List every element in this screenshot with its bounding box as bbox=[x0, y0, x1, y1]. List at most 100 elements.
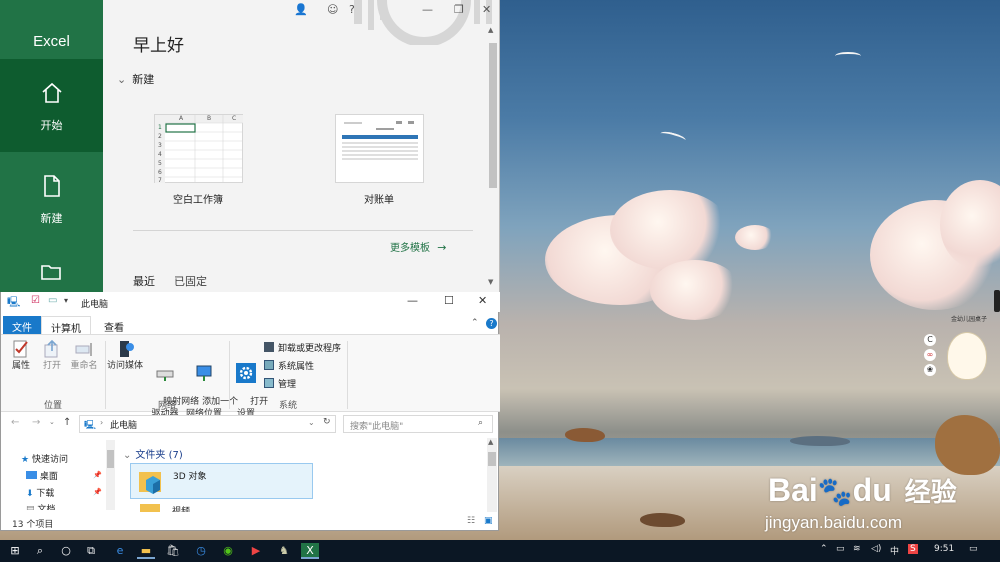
access-media-button[interactable]: 访问媒体 bbox=[107, 339, 143, 372]
close-button[interactable]: ✕ bbox=[482, 3, 491, 16]
ime-indicator[interactable]: 中 bbox=[890, 544, 899, 557]
tray-expand-icon[interactable]: ⌃ bbox=[820, 544, 828, 554]
media-player-icon[interactable]: ▶ bbox=[247, 543, 265, 559]
widget-c-icon[interactable]: C bbox=[924, 334, 936, 346]
content-scrollbar[interactable]: ▲ bbox=[487, 438, 497, 512]
clock-time[interactable]: 9:51 bbox=[934, 544, 954, 554]
properties-button[interactable]: 属性 bbox=[9, 339, 33, 372]
uninstall-programs-link[interactable]: 卸载或更改程序 bbox=[264, 341, 341, 354]
sogou-ime-icon[interactable]: S bbox=[908, 544, 918, 554]
store-icon[interactable]: 🛍 bbox=[164, 543, 182, 559]
nav-documents[interactable]: ▤ 文档 bbox=[26, 502, 55, 510]
nav-open[interactable] bbox=[0, 262, 103, 292]
file-explorer-icon[interactable]: ▬ bbox=[137, 543, 155, 559]
nav-pane-scroll-thumb[interactable] bbox=[107, 450, 114, 468]
nav-desktop[interactable]: 桌面 bbox=[26, 469, 58, 482]
desktop-pet-widget[interactable]: C ∞ ❀ 金幼儿园桌子 bbox=[923, 312, 1000, 382]
green-app-icon[interactable]: ◉ bbox=[219, 543, 237, 559]
folder-item[interactable]: 3D 对象 bbox=[130, 463, 313, 499]
wifi-icon[interactable]: ≋ bbox=[853, 544, 861, 554]
smiley-feedback-icon[interactable]: ☺ bbox=[327, 3, 338, 16]
manage-link[interactable]: 管理 bbox=[264, 377, 296, 390]
quick-access-dropdown-icon[interactable]: ▾ bbox=[64, 296, 68, 305]
system-properties-link[interactable]: 系统属性 bbox=[264, 359, 314, 372]
user-avatar-icon[interactable]: 👤 bbox=[294, 3, 308, 16]
watermark-brand2: du bbox=[852, 472, 892, 508]
more-templates-label: 更多模板 bbox=[390, 243, 430, 254]
close-button[interactable]: ✕ bbox=[478, 294, 487, 307]
collapse-ribbon-icon[interactable]: ⌃ bbox=[471, 318, 479, 328]
cortana-icon[interactable]: ○ bbox=[57, 543, 75, 559]
battery-icon[interactable]: ▭ bbox=[836, 544, 845, 554]
nav-home-label: 开始 bbox=[40, 119, 63, 132]
new-section-header[interactable]: ⌄ 新建 bbox=[117, 71, 154, 87]
excel-window: Excel 开始 新建 👤 ☺ ? — ❐ ✕ 早上好 ⌄ 新建 A B C 1… bbox=[0, 0, 500, 292]
scroll-down-icon[interactable]: ▼ bbox=[488, 278, 493, 286]
open-button[interactable]: 打开 bbox=[40, 339, 64, 372]
address-bar[interactable]: 🖳 › 此电脑 ⌄ ↻ bbox=[79, 415, 336, 433]
system-group-label: 系统 bbox=[278, 401, 297, 411]
quick-properties-icon[interactable]: ☑ bbox=[31, 295, 40, 306]
folder-item[interactable]: 视频 bbox=[130, 502, 313, 512]
nav-pane-scrollbar[interactable] bbox=[106, 440, 115, 510]
search-input[interactable]: 搜索"此电脑" ⌕ bbox=[343, 415, 493, 433]
home-icon bbox=[0, 81, 103, 111]
minimize-button[interactable]: — bbox=[407, 294, 418, 307]
excel-scroll-thumb[interactable] bbox=[489, 43, 497, 188]
nav-quick-access[interactable]: ★ 快速访问 bbox=[21, 452, 68, 465]
scroll-up-icon[interactable]: ▲ bbox=[488, 26, 493, 34]
content-scroll-thumb[interactable] bbox=[488, 452, 496, 466]
back-arrow-icon[interactable]: ← bbox=[11, 417, 19, 428]
more-templates-link[interactable]: 更多模板 → bbox=[390, 239, 446, 254]
blank-workbook-label[interactable]: 空白工作簿 bbox=[143, 191, 253, 206]
nav-downloads[interactable]: ⬇ 下载 bbox=[26, 486, 54, 499]
widget-link-icon[interactable]: ∞ bbox=[924, 349, 936, 361]
edge-browser-icon[interactable]: e bbox=[111, 543, 129, 559]
statement-label[interactable]: 对账单 bbox=[324, 191, 434, 206]
recent-locations-icon[interactable]: ⌄ bbox=[49, 418, 55, 426]
nav-home[interactable]: 开始 bbox=[0, 59, 103, 152]
volume-icon[interactable]: ◁) bbox=[871, 544, 881, 554]
details-view-icon[interactable]: ☷ bbox=[467, 516, 475, 526]
large-icons-view-icon[interactable]: ▣ bbox=[484, 516, 493, 526]
nav-new[interactable]: 新建 bbox=[0, 168, 103, 248]
excel-titlebar: 👤 ☺ ? — ❐ ✕ bbox=[104, 0, 500, 45]
minimize-button[interactable]: — bbox=[422, 3, 433, 16]
task-view-icon[interactable]: ⧉ bbox=[82, 543, 100, 559]
forward-arrow-icon[interactable]: → bbox=[32, 417, 40, 428]
blank-workbook-template[interactable]: A B C 1 2 3 4 5 6 7 bbox=[154, 114, 243, 184]
network-group-label: 网络 bbox=[157, 401, 176, 411]
tab-pinned[interactable]: 已固定 bbox=[174, 273, 207, 289]
watermark-brand: Bai bbox=[768, 472, 818, 508]
windows-start-icon[interactable]: ⊞ bbox=[6, 543, 24, 559]
widget-paw-icon[interactable]: ❀ bbox=[924, 364, 936, 376]
desktop-edge-handle[interactable] bbox=[994, 290, 1000, 312]
excel-taskbar-icon[interactable]: X bbox=[301, 543, 319, 559]
nav-new-label: 新建 bbox=[40, 212, 63, 225]
rename-button[interactable]: 重命名 bbox=[68, 339, 100, 372]
scroll-up-icon[interactable]: ▲ bbox=[488, 438, 493, 446]
quick-folder-icon[interactable]: ▭ bbox=[48, 295, 57, 306]
tab-computer[interactable]: 计算机 bbox=[41, 316, 91, 335]
tab-recent[interactable]: 最近 bbox=[133, 273, 155, 289]
folders-group-header[interactable]: ⌄ 文件夹 (7) bbox=[123, 446, 183, 461]
notification-icon[interactable]: ▭ bbox=[969, 544, 978, 554]
tab-file[interactable]: 文件 bbox=[3, 316, 41, 334]
statement-template[interactable] bbox=[335, 114, 424, 183]
row-header-2: 2 bbox=[158, 133, 162, 140]
paw-logo-icon: 🐾 bbox=[817, 476, 853, 507]
refresh-icon[interactable]: ↻ bbox=[323, 417, 331, 427]
address-dropdown-icon[interactable]: ⌄ bbox=[308, 418, 315, 427]
document-icon: ▤ bbox=[26, 505, 35, 510]
watermark-cn: 经验 bbox=[904, 477, 957, 507]
tab-view[interactable]: 查看 bbox=[95, 316, 133, 334]
help-icon[interactable]: ? bbox=[349, 3, 355, 16]
search-icon[interactable]: ⌕ bbox=[31, 543, 49, 559]
address-row: ← → ⌄ ↑ 🖳 › 此电脑 ⌄ ↻ 搜索"此电脑" ⌕ bbox=[1, 412, 500, 436]
up-arrow-icon[interactable]: ↑ bbox=[63, 417, 71, 428]
maximize-button[interactable]: ☐ bbox=[444, 294, 454, 307]
app-icon[interactable]: ♞ bbox=[275, 543, 293, 559]
restore-button[interactable]: ❐ bbox=[454, 3, 464, 16]
help-icon[interactable]: ? bbox=[486, 318, 497, 329]
clock-app-icon[interactable]: ◷ bbox=[192, 543, 210, 559]
